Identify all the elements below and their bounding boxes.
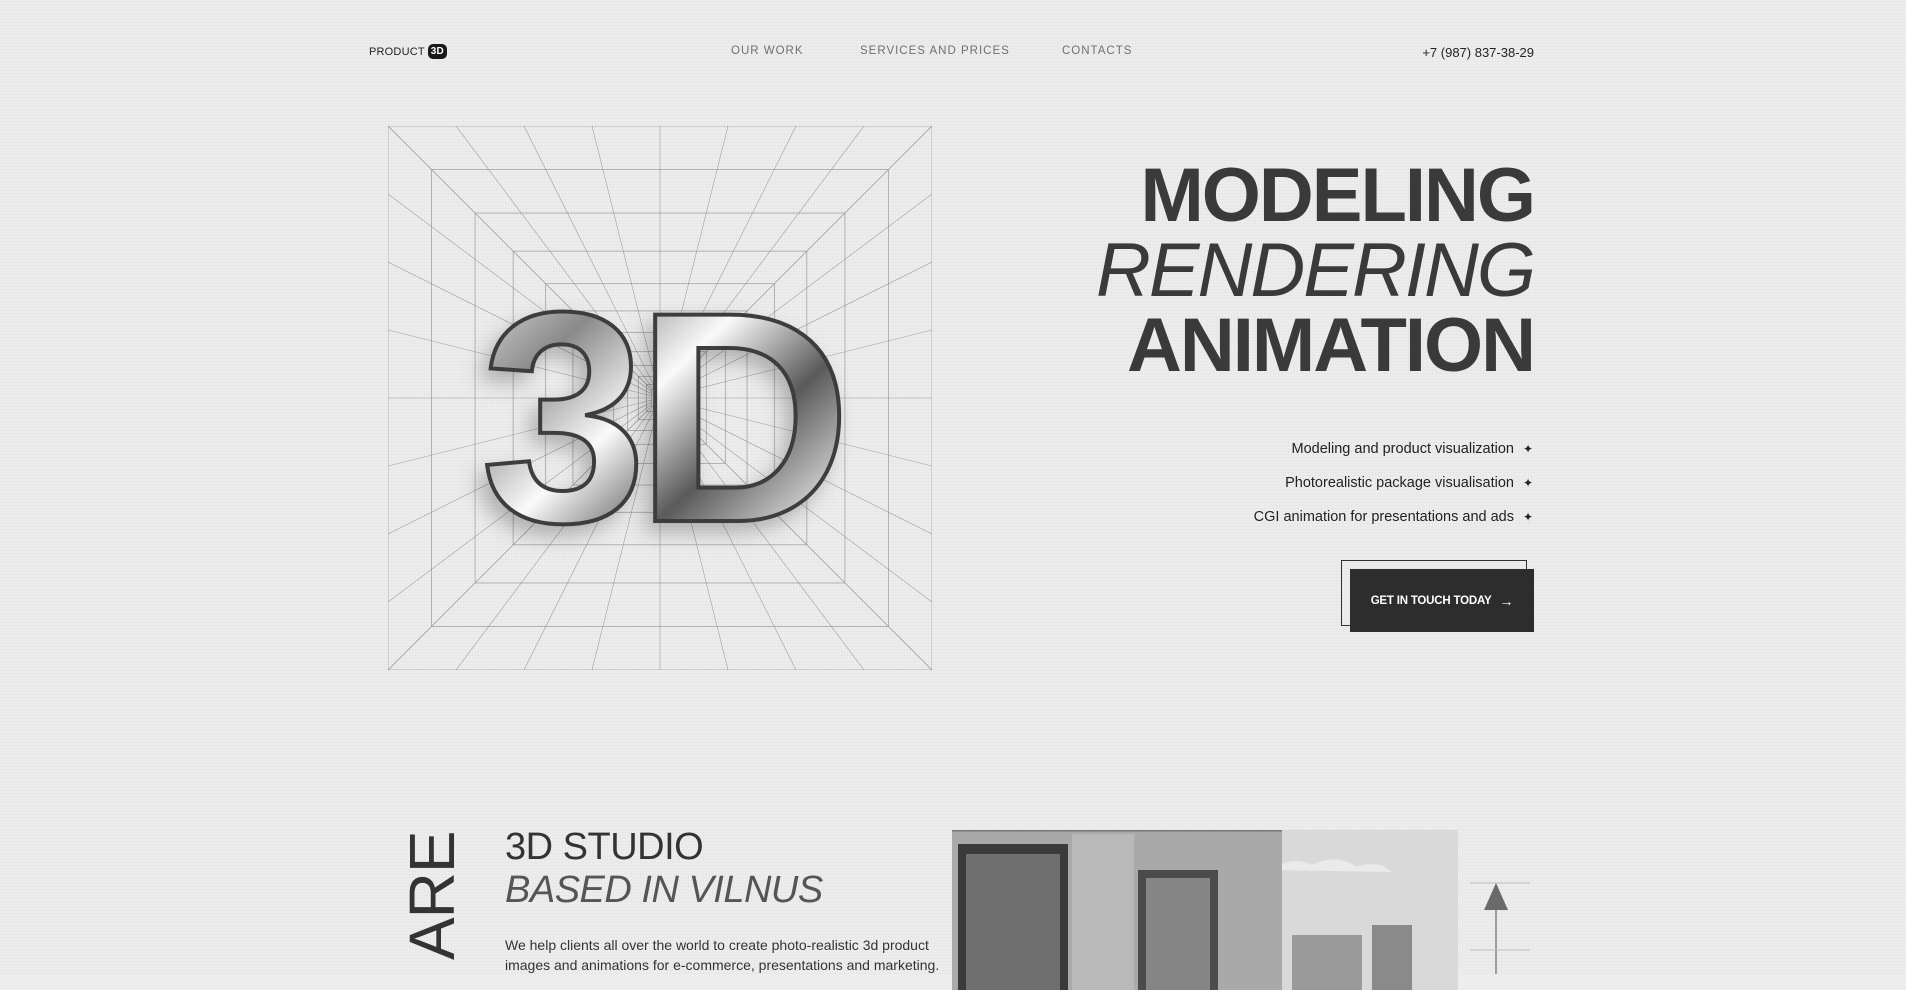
headline-modeling: MODELING bbox=[1140, 153, 1536, 238]
sparkle-star-icon: ✦ bbox=[1522, 510, 1534, 524]
nav-contacts[interactable]: CONTACTS bbox=[1062, 45, 1132, 57]
sparkle-star-icon: ✦ bbox=[1522, 476, 1534, 490]
feature-label: CGI animation for presentations and ads bbox=[1253, 509, 1514, 525]
nav-services-and-prices[interactable]: SERVICES AND PRICES bbox=[860, 45, 1010, 57]
feature-label: Modeling and product visualization bbox=[1291, 441, 1514, 457]
logo-text: PRODUCT bbox=[369, 45, 425, 58]
feature-list: Modeling and product visualization ✦ Pho… bbox=[1254, 432, 1534, 534]
cta-label: GET IN TOUCH TODAY bbox=[1370, 594, 1492, 607]
feature-item: Photorealistic package visualisation ✦ bbox=[1254, 466, 1534, 500]
phone-link[interactable]: +7 (987) 837-38-29 bbox=[1422, 45, 1534, 60]
get-in-touch-button[interactable]: GET IN TOUCH TODAY → bbox=[1350, 569, 1534, 632]
feature-label: Photorealistic package visualisation bbox=[1285, 475, 1514, 491]
studio-description: We help clients all over the world to cr… bbox=[505, 937, 940, 973]
logo-badge: 3D bbox=[427, 44, 447, 59]
studio-subtitle: BASED IN VILNUS bbox=[505, 869, 823, 911]
logo[interactable]: PRODUCT 3D bbox=[369, 44, 447, 59]
nav-our-work[interactable]: OUR WORK bbox=[731, 45, 804, 57]
studio-title: 3D STUDIO bbox=[505, 826, 704, 868]
triangle-marker-icon bbox=[1470, 880, 1530, 974]
hero-3d-text: 3D bbox=[480, 249, 841, 585]
hero-headline: MODELING RENDERING ANIMATION bbox=[1095, 153, 1536, 388]
hero-3d-artwork: 3D bbox=[388, 126, 932, 670]
feature-item: Modeling and product visualization ✦ bbox=[1254, 432, 1534, 466]
headline-rendering: RENDERING bbox=[1095, 228, 1536, 313]
sparkle-star-icon: ✦ bbox=[1522, 442, 1534, 456]
headline-animation: ANIMATION bbox=[1127, 303, 1536, 388]
feature-item: CGI animation for presentations and ads … bbox=[1254, 500, 1534, 534]
studio-building-photo bbox=[952, 830, 1458, 990]
background-texture bbox=[0, 0, 1906, 974]
arrow-right-icon: → bbox=[1499, 592, 1514, 609]
vertical-word: ARE bbox=[396, 831, 468, 960]
